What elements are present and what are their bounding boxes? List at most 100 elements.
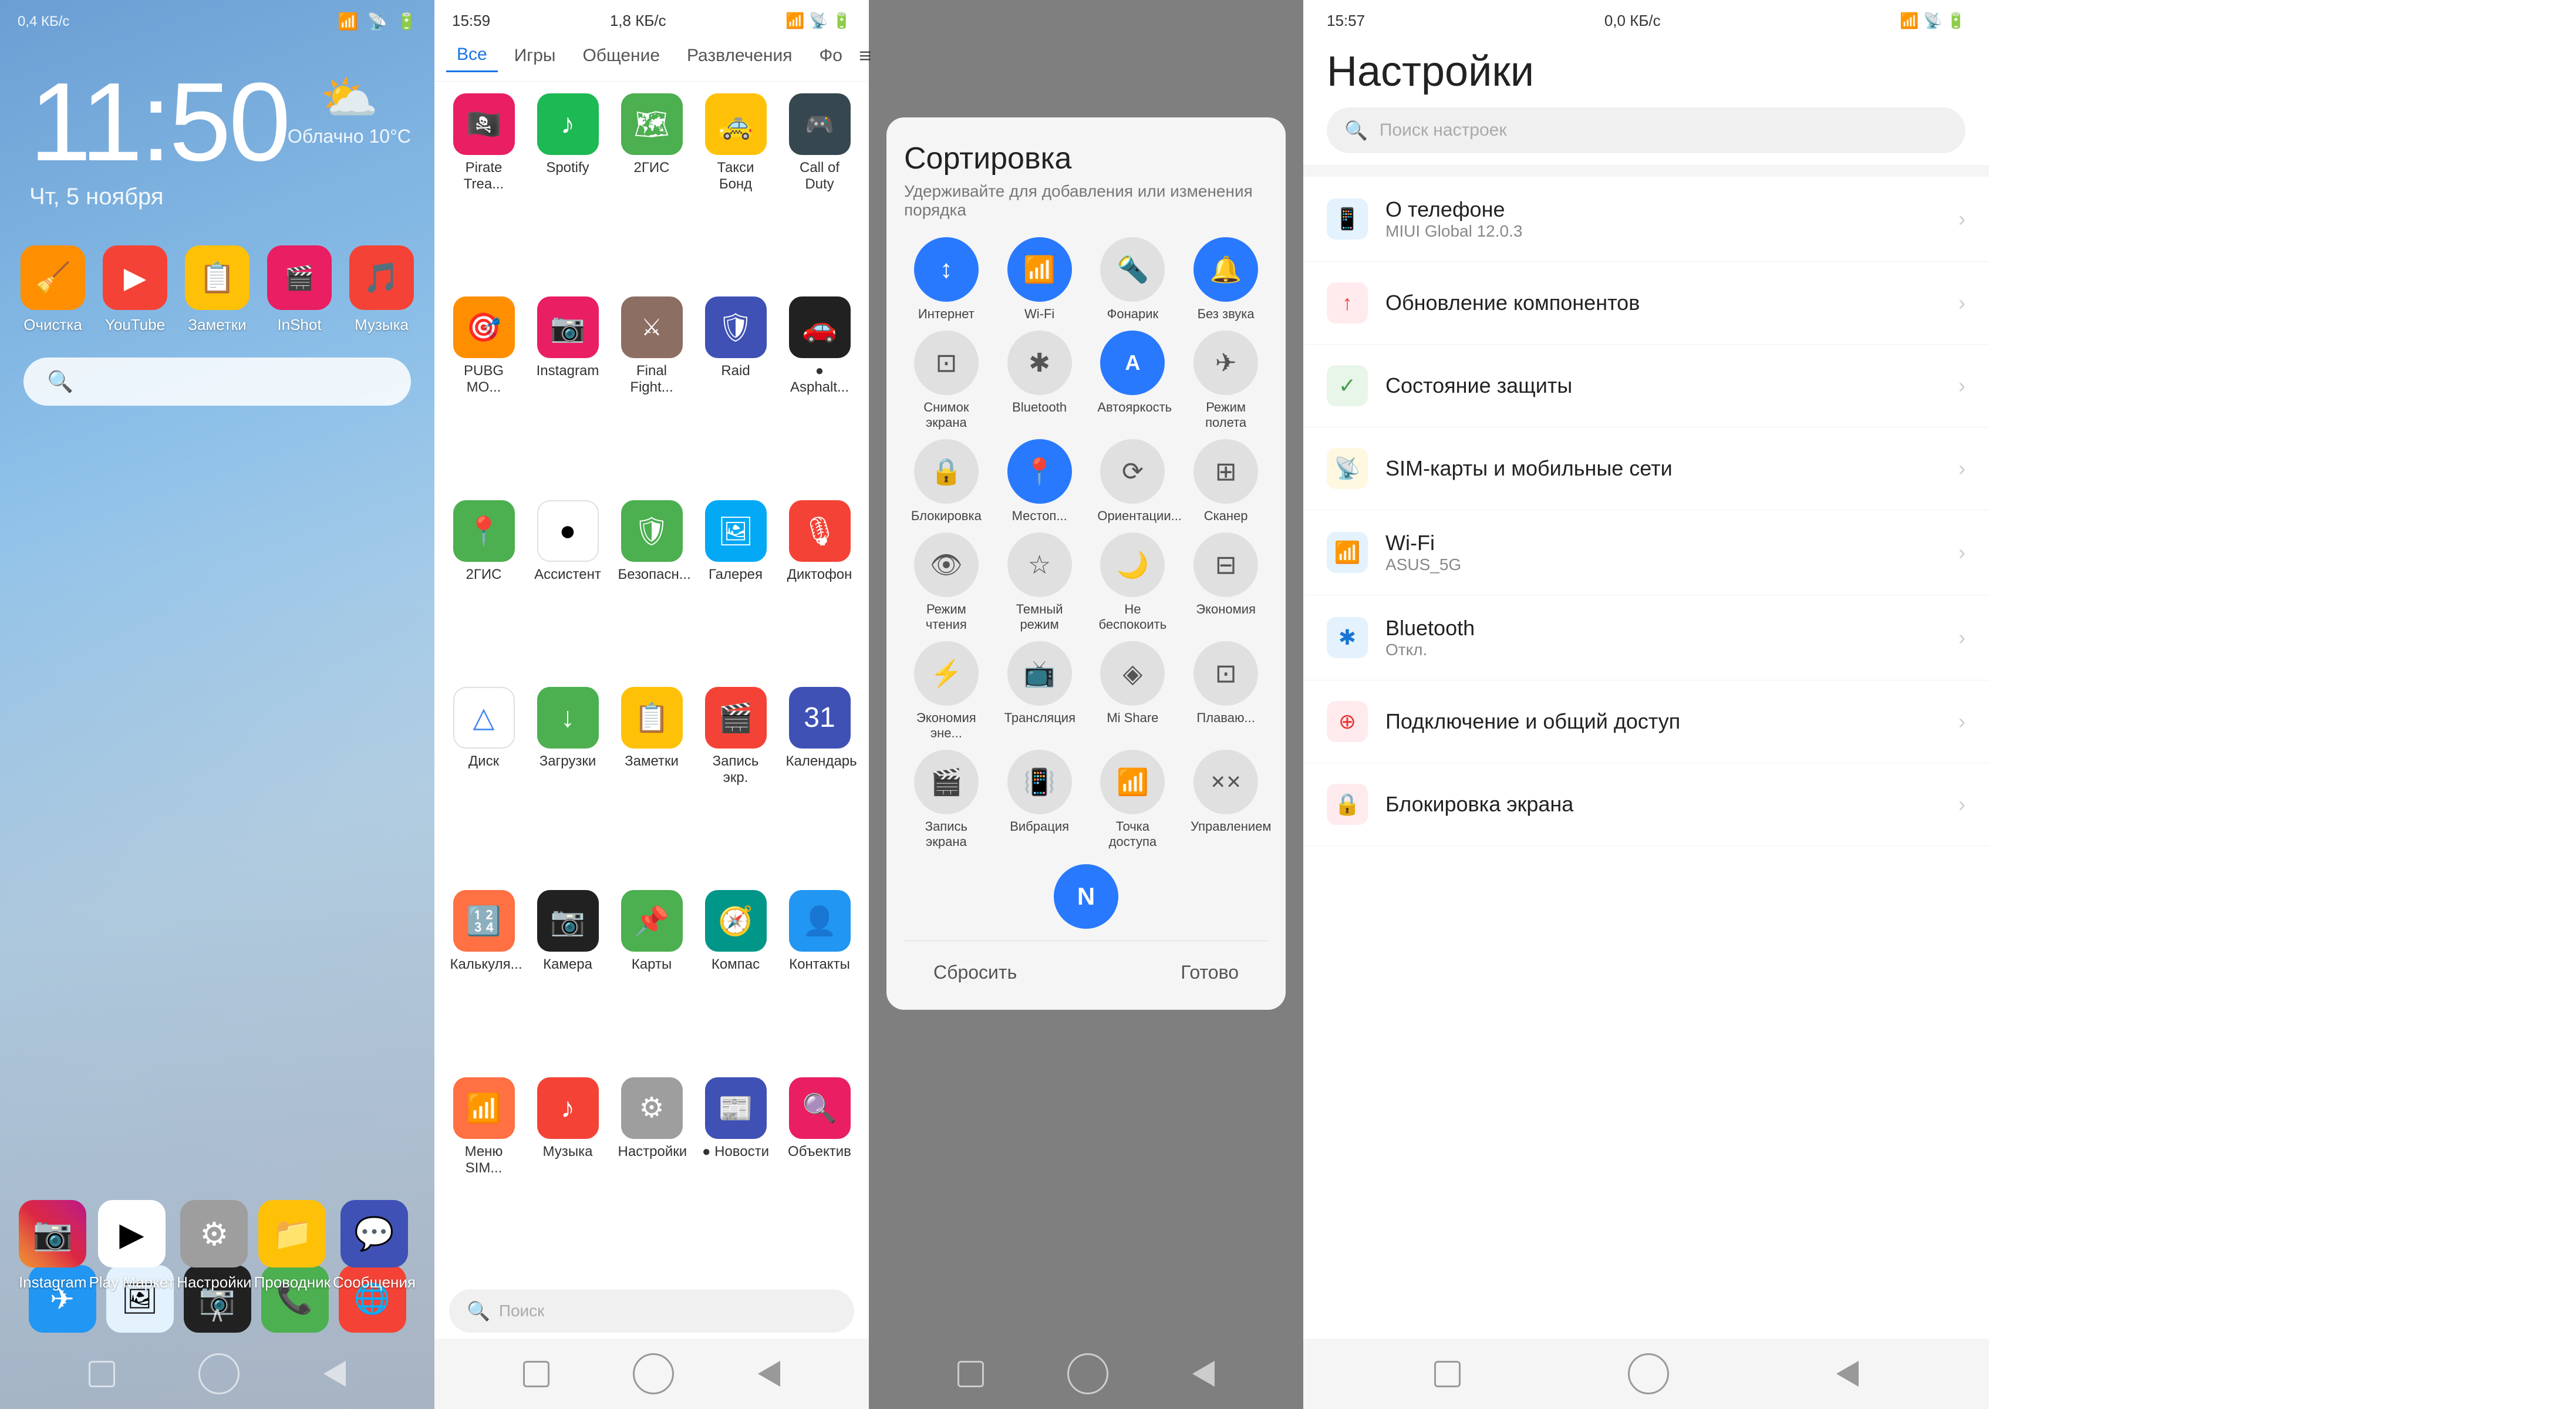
drawer-app-asphalt[interactable]: 🚗 ● Asphalt... xyxy=(782,296,857,491)
sort-reset-button[interactable]: Сбросить xyxy=(910,953,1040,992)
drawer-icon-cod: 🎮 xyxy=(789,93,851,155)
drawer-search-bar[interactable]: 🔍 Поиск xyxy=(449,1289,854,1333)
nav-back-btn-3[interactable] xyxy=(1192,1361,1215,1387)
qs-reading[interactable]: 👁 Режим чтения xyxy=(904,532,989,632)
tab-entertainment[interactable]: Развлечения xyxy=(676,40,803,72)
drawer-app-notes2[interactable]: 📋 Заметки xyxy=(614,687,689,881)
drawer-app-news[interactable]: 📰 ● Новости xyxy=(698,1077,773,1272)
settings-item-about[interactable]: 📱 О телефоне MIUI Global 12.0.3 › xyxy=(1303,177,1989,262)
nav-home-btn-3[interactable] xyxy=(1067,1353,1108,1394)
drawer-app-sim[interactable]: 📶 Меню SIM... xyxy=(446,1077,521,1272)
qs-label-lock: Блокировка xyxy=(911,508,982,524)
dock-files[interactable]: 📁 Проводник xyxy=(254,1200,331,1292)
tab-all[interactable]: Все xyxy=(446,39,498,72)
drawer-app-2gis[interactable]: 🗺 2ГИС xyxy=(614,93,689,288)
qs-silent[interactable]: 🔔 Без звука xyxy=(1184,237,1268,322)
qs-floating[interactable]: ⊡ Плаваю... xyxy=(1184,641,1268,741)
drawer-app-calendar[interactable]: 31 Календарь xyxy=(782,687,857,881)
settings-item-bluetooth[interactable]: ✱ Bluetooth Откл. › xyxy=(1303,595,1989,680)
nav-home-btn-2[interactable] xyxy=(633,1353,674,1394)
qs-bluetooth[interactable]: ✱ Bluetooth xyxy=(997,331,1082,430)
nav-back-btn-4[interactable] xyxy=(1836,1361,1859,1387)
dock-settings[interactable]: ⚙ Настройки xyxy=(177,1200,252,1292)
drawer-app-calc[interactable]: 🔢 Калькуля... xyxy=(446,890,521,1068)
qs-flashlight[interactable]: 🔦 Фонарик xyxy=(1091,237,1175,322)
settings-item-sim[interactable]: 📡 SIM-карты и мобильные сети › xyxy=(1303,427,1989,510)
qs-internet[interactable]: ↕ Интернет xyxy=(904,237,989,322)
qs-mishare[interactable]: ◈ Mi Share xyxy=(1091,641,1175,741)
qs-dark[interactable]: ☆ Темный режим xyxy=(997,532,1082,632)
drawer-app-cod[interactable]: 🎮 Call of Duty xyxy=(782,93,857,288)
app-ochiska[interactable]: 🧹 Очистка xyxy=(18,245,88,334)
drawer-app-lens[interactable]: 🔍 Объектив xyxy=(782,1077,857,1272)
nav-home-btn-4[interactable] xyxy=(1628,1353,1669,1394)
drawer-app-downloads[interactable]: ↓ Загрузки xyxy=(530,687,605,881)
nav-recents-btn-3[interactable] xyxy=(957,1361,984,1387)
drawer-app-cam2[interactable]: 📷 Камера xyxy=(530,890,605,1068)
drawer-app-spotify[interactable]: ♪ Spotify xyxy=(530,93,605,288)
app-notes[interactable]: 📋 Заметки xyxy=(182,245,252,334)
settings-item-screenlock[interactable]: 🔒 Блокировка экрана › xyxy=(1303,763,1989,846)
drawer-app-final[interactable]: ⚔ Final Fight... xyxy=(614,296,689,491)
search-bar[interactable]: 🔍 xyxy=(23,358,411,406)
app-music[interactable]: 🎵 Музыка xyxy=(346,245,417,334)
drawer-app-2gis2[interactable]: 📍 2ГИС xyxy=(446,500,521,678)
qs-hotspot[interactable]: 📶 Точка доступа xyxy=(1091,750,1175,850)
drawer-app-instagram[interactable]: 📷 Instagram xyxy=(530,296,605,491)
qs-nfc[interactable]: N xyxy=(904,864,1268,929)
drawer-app-raid[interactable]: 🛡 Raid xyxy=(698,296,773,491)
nav-home-btn[interactable] xyxy=(198,1353,240,1394)
drawer-app-assistant[interactable]: ● Ассистент xyxy=(530,500,605,678)
dock-play[interactable]: ▶ Play Маркет xyxy=(89,1200,174,1292)
qs-autobrightness[interactable]: A Автояркость xyxy=(1091,331,1175,430)
qs-orientation[interactable]: ⟳ Ориентации... xyxy=(1091,439,1175,524)
drawer-app-settings2[interactable]: ⚙ Настройки xyxy=(614,1077,689,1272)
app-youtube[interactable]: ▶ YouTube xyxy=(100,245,170,334)
tab-games[interactable]: Игры xyxy=(504,40,567,72)
settings-item-connection[interactable]: ⊕ Подключение и общий доступ › xyxy=(1303,680,1989,763)
nav-recents-btn-4[interactable] xyxy=(1434,1361,1461,1387)
qs-dnd[interactable]: 🌙 Не беспокоить xyxy=(1091,532,1175,632)
qs-location[interactable]: 📍 Местоп... xyxy=(997,439,1082,524)
drawer-app-taxi[interactable]: 🚕 Такси Бонд xyxy=(698,93,773,288)
drawer-app-screenrec[interactable]: 🎬 Запись экр. xyxy=(698,687,773,881)
search-icon: 🔍 xyxy=(47,369,73,394)
settings-item-security[interactable]: ✓ Состояние защиты › xyxy=(1303,345,1989,427)
qs-economy[interactable]: ⊟ Экономия xyxy=(1184,532,1268,632)
settings-search-bar[interactable]: 🔍 Поиск настроек xyxy=(1327,107,1965,153)
dock-instagram[interactable]: 📷 Instagram xyxy=(19,1200,87,1292)
tab-more[interactable]: Фо xyxy=(808,40,853,72)
settings-item-update[interactable]: ↑ Обновление компонентов › xyxy=(1303,262,1989,345)
sort-done-button[interactable]: Готово xyxy=(1157,953,1262,992)
drawer-app-pubg[interactable]: 🎯 PUBG MO... xyxy=(446,296,521,491)
drawer-app-pirate[interactable]: 🏴‍☠️ Pirate Trea... xyxy=(446,93,521,288)
tab-social[interactable]: Общение xyxy=(572,40,670,72)
qs-screenrec2[interactable]: 🎬 Запись экрана xyxy=(904,750,989,850)
nav-back-btn-2[interactable] xyxy=(758,1361,780,1387)
drawer-app-maps[interactable]: 📌 Карты xyxy=(614,890,689,1068)
drawer-app-compass[interactable]: 🧭 Компас xyxy=(698,890,773,1068)
nav-recents-btn-2[interactable] xyxy=(523,1361,549,1387)
settings-title-about: О телефоне xyxy=(1385,197,1941,222)
drawer-app-drive[interactable]: △ Диск xyxy=(446,687,521,881)
qs-airplane[interactable]: ✈ Режим полета xyxy=(1184,331,1268,430)
qs-vibrate[interactable]: 📳 Вибрация xyxy=(997,750,1082,850)
qs-scanner[interactable]: ⊞ Сканер xyxy=(1184,439,1268,524)
qs-cast[interactable]: 📺 Трансляция xyxy=(997,641,1082,741)
drawer-app-gallery[interactable]: 🖼 Галерея xyxy=(698,500,773,678)
qs-wifi[interactable]: 📶 Wi-Fi xyxy=(997,237,1082,322)
nav-back-btn[interactable] xyxy=(323,1361,346,1387)
app-inshot[interactable]: 🎬 InShot xyxy=(264,245,335,334)
drawer-app-music2[interactable]: ♪ Музыка xyxy=(530,1077,605,1272)
drawer-handle[interactable]: ∧ xyxy=(210,1302,225,1327)
qs-lock[interactable]: 🔒 Блокировка xyxy=(904,439,989,524)
drawer-app-security[interactable]: 🛡 Безопасн... xyxy=(614,500,689,678)
drawer-app-contacts[interactable]: 👤 Контакты xyxy=(782,890,857,1068)
settings-item-wifi[interactable]: 📶 Wi-Fi ASUS_5G › xyxy=(1303,510,1989,595)
qs-control[interactable]: ✕✕ Управлением xyxy=(1184,750,1268,850)
nav-recents-btn[interactable] xyxy=(89,1361,115,1387)
qs-powersave[interactable]: ⚡ Экономия эне... xyxy=(904,641,989,741)
qs-screenshot[interactable]: ⊡ Снимок экрана xyxy=(904,331,989,430)
drawer-app-recorder[interactable]: 🎙 Диктофон xyxy=(782,500,857,678)
dock-messages[interactable]: 💬 Сообщения xyxy=(333,1200,416,1292)
